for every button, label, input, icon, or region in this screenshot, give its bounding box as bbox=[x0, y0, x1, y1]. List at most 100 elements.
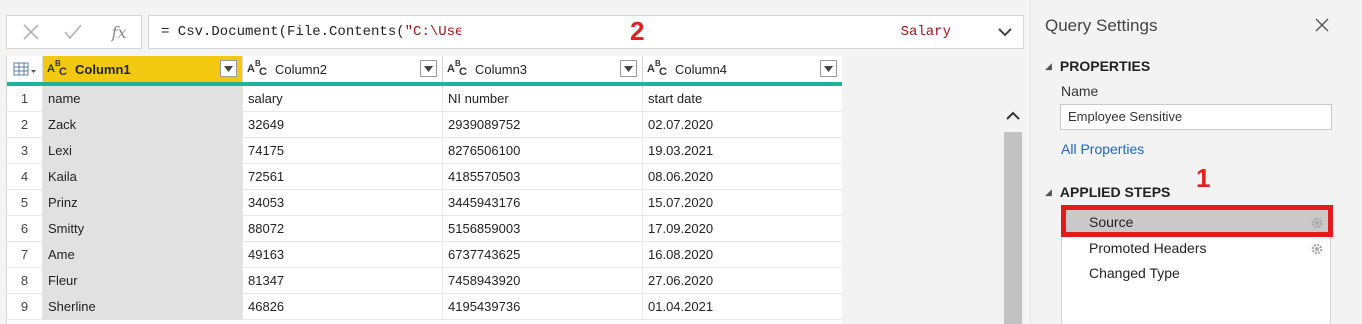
vertical-scrollbar-area bbox=[842, 56, 1030, 324]
row-number: 4 bbox=[7, 164, 43, 190]
data-grid: ABC Column1 ABC Column2 ABC Column3 ABC … bbox=[6, 56, 843, 324]
table-cell[interactable]: 49163 bbox=[243, 242, 443, 268]
name-label: Name bbox=[1061, 83, 1099, 99]
column-label: Column4 bbox=[675, 61, 728, 77]
row-number: 5 bbox=[7, 190, 43, 216]
table-cell[interactable]: 4195439736 bbox=[443, 294, 643, 320]
table-cell[interactable]: 32649 bbox=[243, 112, 443, 138]
scrollbar-thumb[interactable] bbox=[1004, 132, 1022, 324]
table-cell[interactable]: start date bbox=[643, 86, 843, 112]
table-row[interactable]: 6 Smitty 88072 5156859003 17.09.2020 bbox=[7, 216, 843, 242]
column-header-4[interactable]: ABC Column4 bbox=[643, 56, 843, 82]
formula-text: = Csv.Document(File.Contents("C:\User bbox=[161, 24, 461, 40]
text-type-icon[interactable]: ABC bbox=[647, 59, 673, 79]
close-icon[interactable] bbox=[1313, 16, 1331, 34]
column-header-3[interactable]: ABC Column3 bbox=[443, 56, 643, 82]
table-cell[interactable]: 74175 bbox=[243, 138, 443, 164]
table-cell[interactable]: 27.06.2020 bbox=[643, 268, 843, 294]
column-header-1[interactable]: ABC Column1 bbox=[43, 56, 243, 82]
all-properties-link[interactable]: All Properties bbox=[1061, 141, 1144, 157]
table-cell[interactable]: 19.03.2021 bbox=[643, 138, 843, 164]
table-cell[interactable]: 01.04.2021 bbox=[643, 294, 843, 320]
close-icon[interactable] bbox=[11, 16, 51, 48]
table-menu-icon[interactable] bbox=[7, 56, 43, 82]
table-cell[interactable]: 8276506100 bbox=[443, 138, 643, 164]
gear-icon[interactable] bbox=[1310, 216, 1324, 230]
annotation-2: 2 bbox=[630, 16, 645, 46]
text-type-icon[interactable]: ABC bbox=[447, 59, 473, 79]
step-changed-type[interactable]: Changed Type bbox=[1062, 261, 1332, 286]
row-number: 6 bbox=[7, 216, 43, 242]
table-cell[interactable]: Lexi bbox=[43, 138, 243, 164]
table-cell[interactable]: 34053 bbox=[243, 190, 443, 216]
step-label: Source bbox=[1089, 214, 1134, 230]
gear-icon[interactable] bbox=[1310, 242, 1324, 256]
table-cell[interactable]: Sherline bbox=[43, 294, 243, 320]
table-row[interactable]: 8 Fleur 81347 7458943920 27.06.2020 bbox=[7, 268, 843, 294]
table-cell[interactable]: 17.09.2020 bbox=[643, 216, 843, 242]
formula-strip: fx = Csv.Document(File.Contents("C:\User… bbox=[0, 0, 1030, 56]
table-row[interactable]: 5 Prinz 34053 3445943176 15.07.2020 bbox=[7, 190, 843, 216]
table-cell[interactable]: 2939089752 bbox=[443, 112, 643, 138]
scroll-up-icon[interactable] bbox=[1002, 104, 1024, 128]
fx-icon[interactable]: fx bbox=[99, 16, 139, 48]
grid-header: ABC Column1 ABC Column2 ABC Column3 ABC … bbox=[7, 56, 843, 86]
row-number: 1 bbox=[7, 86, 43, 112]
step-source[interactable]: Source bbox=[1062, 210, 1332, 235]
filter-dropdown-icon[interactable] bbox=[820, 60, 837, 77]
table-cell[interactable]: Prinz bbox=[43, 190, 243, 216]
row-number: 3 bbox=[7, 138, 43, 164]
table-row[interactable]: 2 Zack 32649 2939089752 02.07.2020 bbox=[7, 112, 843, 138]
text-type-icon[interactable]: ABC bbox=[247, 59, 273, 79]
table-cell[interactable]: NI number bbox=[443, 86, 643, 112]
table-cell[interactable]: 02.07.2020 bbox=[643, 112, 843, 138]
collapse-triangle-icon[interactable]: ◢ bbox=[1045, 61, 1052, 72]
checkmark-icon[interactable] bbox=[53, 16, 93, 48]
annotation-1: 1 bbox=[1196, 163, 1211, 193]
table-row[interactable]: 4 Kaila 72561 4185570503 08.06.2020 bbox=[7, 164, 843, 190]
table-cell[interactable]: 81347 bbox=[243, 268, 443, 294]
column-label: Column2 bbox=[275, 61, 328, 77]
table-cell[interactable]: 16.08.2020 bbox=[643, 242, 843, 268]
table-cell[interactable]: 46826 bbox=[243, 294, 443, 320]
table-cell[interactable]: 08.06.2020 bbox=[643, 164, 843, 190]
table-cell[interactable]: name bbox=[43, 86, 243, 112]
pane-title: Query Settings bbox=[1045, 16, 1158, 35]
table-cell[interactable]: 6737743625 bbox=[443, 242, 643, 268]
table-cell[interactable]: Ame bbox=[43, 242, 243, 268]
row-number: 7 bbox=[7, 242, 43, 268]
properties-heading[interactable]: ◢ PROPERTIES bbox=[1045, 58, 1150, 74]
collapse-triangle-icon[interactable]: ◢ bbox=[1045, 187, 1052, 198]
table-row[interactable]: 9 Sherline 46826 4195439736 01.04.2021 bbox=[7, 294, 843, 320]
applied-steps-heading[interactable]: ◢ APPLIED STEPS bbox=[1045, 184, 1170, 200]
row-number: 8 bbox=[7, 268, 43, 294]
table-cell[interactable]: 72561 bbox=[243, 164, 443, 190]
table-cell[interactable]: 15.07.2020 bbox=[643, 190, 843, 216]
table-cell[interactable]: 4185570503 bbox=[443, 164, 643, 190]
chevron-down-icon[interactable] bbox=[995, 22, 1015, 42]
table-row[interactable]: 1 name salary NI number start date bbox=[7, 86, 843, 112]
filter-dropdown-icon[interactable] bbox=[420, 60, 437, 77]
formula-input[interactable]: = Csv.Document(File.Contents("C:\User Sa… bbox=[148, 15, 1024, 49]
table-cell[interactable]: salary bbox=[243, 86, 443, 112]
table-row[interactable]: 7 Ame 49163 6737743625 16.08.2020 bbox=[7, 242, 843, 268]
column-header-2[interactable]: ABC Column2 bbox=[243, 56, 443, 82]
table-cell[interactable]: 7458943920 bbox=[443, 268, 643, 294]
filter-dropdown-icon[interactable] bbox=[220, 60, 237, 77]
table-cell[interactable]: 88072 bbox=[243, 216, 443, 242]
query-settings-pane: Query Settings ◢ PROPERTIES Name Employe… bbox=[1030, 0, 1362, 324]
formula-tail: Salary bbox=[900, 24, 951, 40]
step-label: Promoted Headers bbox=[1089, 240, 1207, 256]
table-cell[interactable]: 3445943176 bbox=[443, 190, 643, 216]
section-label: APPLIED STEPS bbox=[1059, 184, 1171, 200]
table-cell[interactable]: 5156859003 bbox=[443, 216, 643, 242]
filter-dropdown-icon[interactable] bbox=[620, 60, 637, 77]
text-type-icon[interactable]: ABC bbox=[47, 59, 73, 79]
table-row[interactable]: 3 Lexi 74175 8276506100 19.03.2021 bbox=[7, 138, 843, 164]
query-name-field[interactable]: Employee Sensitive bbox=[1060, 104, 1332, 130]
step-promoted-headers[interactable]: Promoted Headers bbox=[1062, 236, 1332, 261]
table-cell[interactable]: Zack bbox=[43, 112, 243, 138]
table-cell[interactable]: Smitty bbox=[43, 216, 243, 242]
table-cell[interactable]: Kaila bbox=[43, 164, 243, 190]
table-cell[interactable]: Fleur bbox=[43, 268, 243, 294]
